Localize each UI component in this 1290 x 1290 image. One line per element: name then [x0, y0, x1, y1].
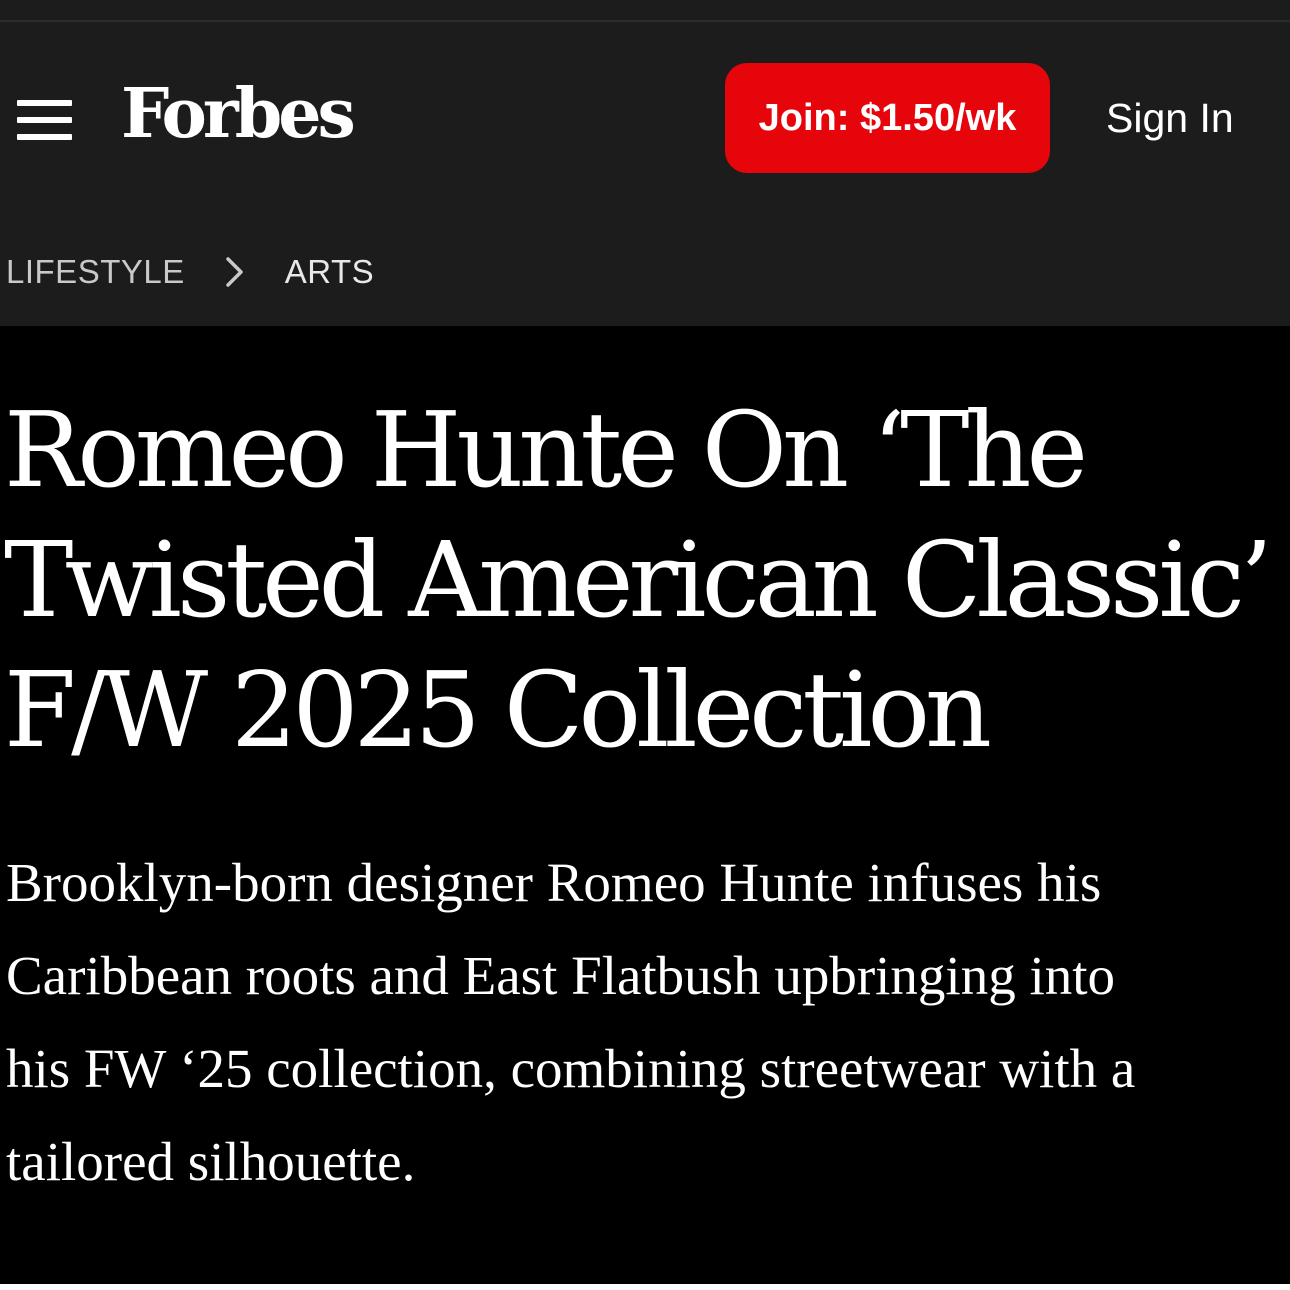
breadcrumb: LIFESTYLE ARTS	[6, 247, 374, 297]
join-subscription-button[interactable]: Join: $1.50/wk	[725, 63, 1050, 173]
chevron-right-icon	[225, 257, 243, 287]
headline-line: Twisted American Classic’	[4, 519, 1273, 641]
article-headline: Romeo Hunte On ‘The Twisted American Cla…	[4, 385, 1284, 775]
hamburger-menu-icon[interactable]	[17, 100, 72, 140]
headline-line: F/W 2025 Collection	[4, 649, 992, 771]
dek-line: Caribbean roots and East Flatbush upbrin…	[6, 945, 1116, 1006]
breadcrumb-arts[interactable]: ARTS	[285, 253, 374, 291]
site-header: Forbes Join: $1.50/wk Sign In LIFESTYLE …	[0, 22, 1290, 326]
forbes-logo[interactable]: Forbes	[121, 74, 356, 154]
divider	[0, 1284, 1290, 1290]
dek-line: tailored silhouette.	[6, 1131, 416, 1192]
dek-line: Brooklyn-born designer Romeo Hunte infus…	[6, 852, 1102, 913]
breadcrumb-lifestyle[interactable]: LIFESTYLE	[6, 253, 185, 291]
status-strip	[0, 0, 1290, 20]
article-dek: Brooklyn-born designer Romeo Hunte infus…	[6, 836, 1290, 1208]
dek-line: his FW ‘25 collection, combining streetw…	[6, 1038, 1136, 1099]
sign-in-link[interactable]: Sign In	[1106, 63, 1234, 173]
headline-line: Romeo Hunte On ‘The	[4, 389, 1088, 511]
page: Forbes Join: $1.50/wk Sign In LIFESTYLE …	[0, 0, 1290, 1290]
